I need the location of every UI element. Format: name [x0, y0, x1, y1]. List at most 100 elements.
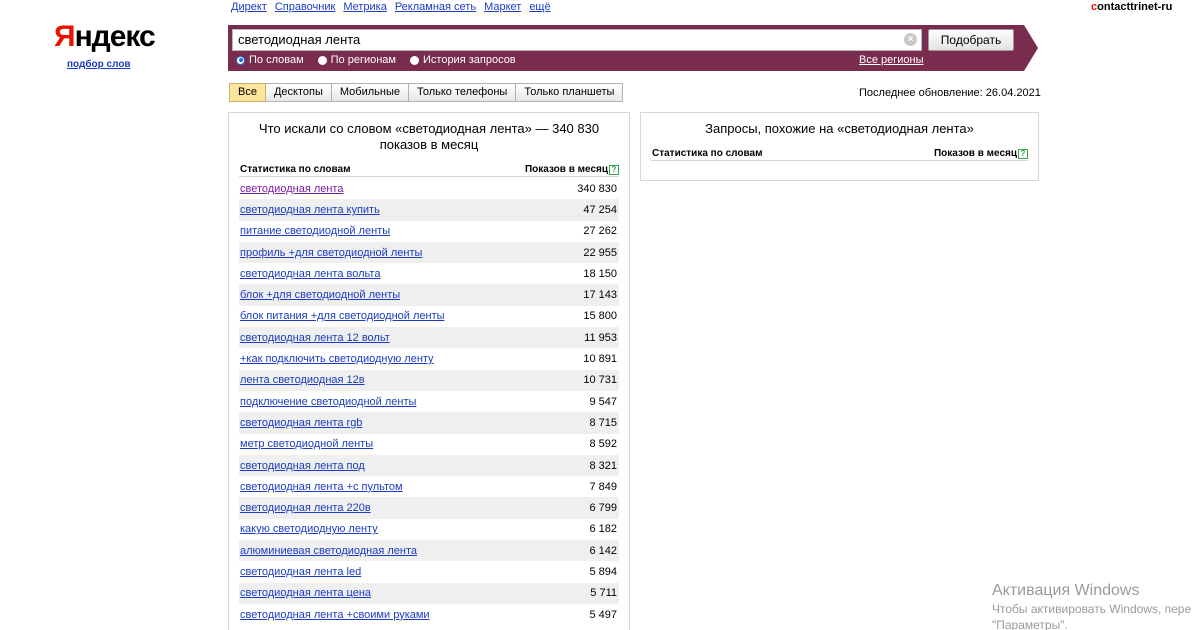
radio-dot-icon — [317, 55, 327, 65]
radio-dot-icon — [410, 55, 419, 65]
tab-all[interactable]: Все — [229, 83, 266, 102]
table-header: Статистика по словам Показов в месяц? — [239, 163, 619, 177]
col-count-header: Показов в месяц? — [934, 148, 1028, 159]
table-row: профиль +для светодиодной ленты 22 955 — [239, 241, 619, 264]
similar-queries-panel: Запросы, похожие на «светодиодная лента»… — [640, 112, 1039, 181]
table-row: блок питания +для светодиодной ленты 15 8… — [239, 306, 619, 327]
table-row: блок +для светодиодной ленты 17 143 — [239, 284, 619, 306]
impressions-count: 6 799 — [589, 502, 617, 515]
top-nav: Директ Справочник Метрика Рекламная сеть… — [231, 0, 559, 14]
impressions-count: 9 547 — [589, 395, 617, 408]
impressions-count: 340 830 — [577, 182, 617, 195]
col-count-header: Показов в месяц? — [525, 164, 619, 175]
nav-more-link[interactable]: ещё — [529, 0, 550, 14]
query-link[interactable]: светодиодная лента 220в — [240, 502, 371, 514]
impressions-count: 22 955 — [583, 246, 617, 259]
mode-by-words-label: По словам — [249, 54, 304, 66]
radio-dot-icon — [236, 55, 245, 65]
mode-history-radio[interactable]: История запросов — [410, 54, 516, 66]
query-link[interactable]: светодиодная лента купить — [240, 204, 380, 216]
table-row: светодиодная лента rgb 8 715 — [239, 412, 619, 434]
table-row: светодиодная лента 340 830 — [239, 178, 619, 199]
panel-title: Что искали со словом «светодиодная лента… — [258, 121, 600, 152]
mode-by-words-radio[interactable]: По словам — [236, 54, 304, 66]
query-link[interactable]: светодиодная лента +своими руками — [240, 609, 430, 621]
watermark-text: Чтобы активировать Windows, пере — [992, 602, 1192, 616]
query-link[interactable]: +как подключить светодиодную ленту — [240, 353, 434, 365]
user-name[interactable]: contacttrinet-ru — [1091, 1, 1172, 13]
table-row: светодиодная лента купить 47 254 — [239, 199, 619, 221]
all-regions-link[interactable]: Все регионы — [859, 54, 924, 66]
impressions-count: 8 715 — [589, 416, 617, 429]
device-tabs: Все Десктопы Мобильные Только телефоны Т… — [229, 83, 624, 102]
mode-history-label: История запросов — [423, 54, 516, 66]
query-link[interactable]: светодиодная лента +с пультом — [240, 481, 403, 493]
help-icon[interactable]: ? — [1018, 148, 1028, 159]
wordstat-link[interactable]: подбор слов — [67, 59, 131, 70]
col-count-label: Показов в месяц — [933, 148, 1017, 159]
table-row: светодиодная лента +с пультом 7 849 — [239, 476, 619, 497]
mode-by-regions-label: По регионам — [330, 54, 396, 66]
word-stats-table: светодиодная лента 340 830 светодиодная ле… — [239, 178, 619, 625]
search-bar-arrow — [1024, 25, 1038, 71]
help-icon[interactable]: ? — [609, 164, 619, 175]
search-button[interactable]: Подобрать — [928, 29, 1014, 51]
table-row: светодиодная лента вольта 18 150 — [239, 263, 619, 284]
yandex-logo[interactable]: Яндекс — [54, 20, 156, 54]
table-row: питание светодиодной ленты 27 262 — [239, 221, 619, 242]
query-link[interactable]: какую светодиодную ленту — [240, 523, 378, 535]
query-link[interactable]: светодиодная лента под — [240, 460, 365, 472]
query-link[interactable]: лента светодиодная 12в — [240, 374, 365, 386]
impressions-count: 17 143 — [583, 289, 617, 302]
clear-icon[interactable]: × — [904, 33, 917, 46]
impressions-count: 8 321 — [589, 459, 617, 472]
impressions-count: 27 262 — [583, 225, 617, 238]
table-row: подключение светодиодной ленты 9 547 — [239, 391, 619, 412]
impressions-count: 10 731 — [583, 374, 617, 387]
nav-help-link[interactable]: Справочник — [275, 0, 336, 14]
query-link[interactable]: светодиодная лента 12 вольт — [240, 332, 390, 344]
query-link[interactable]: метр светодиодной ленты — [240, 438, 373, 450]
logo-first-letter: Я — [54, 20, 76, 53]
query-link[interactable]: светодиодная лента led — [240, 566, 361, 578]
word-stats-panel: Что искали со словом «светодиодная лента… — [228, 112, 630, 630]
search-bar: светодиодная лента × Подобрать По словам… — [228, 25, 1024, 71]
query-link[interactable]: светодиодная лента rgb — [240, 417, 362, 429]
nav-direct-link[interactable]: Директ — [231, 0, 267, 14]
table-row: светодиодная лента +своими руками 5 497 — [239, 604, 619, 625]
mode-by-regions-radio[interactable]: По регионам — [317, 54, 396, 66]
query-link[interactable]: светодиодная лента цена — [240, 587, 371, 599]
nav-market-link[interactable]: Маркет — [484, 0, 521, 14]
query-link[interactable]: светодиодная лента вольта — [240, 268, 380, 280]
table-row: алюминиевая светодиодная лента 6 142 — [239, 540, 619, 562]
table-row: +как подключить светодиодную ленту 10 891 — [239, 348, 619, 369]
query-link[interactable]: блок +для светодиодной ленты — [240, 289, 400, 301]
impressions-count: 18 150 — [583, 267, 617, 280]
tab-mobile[interactable]: Мобильные — [331, 83, 409, 102]
impressions-count: 5 894 — [589, 565, 617, 578]
search-mode-group: По словам По регионам История запросов — [236, 54, 530, 66]
table-row: светодиодная лента 220в 6 799 — [239, 497, 619, 519]
tab-desktops[interactable]: Десктопы — [265, 83, 332, 102]
watermark-text-2: "Параметры". — [992, 618, 1068, 630]
last-updated: Последнее обновление: 26.04.2021 — [859, 87, 1041, 99]
table-row: метр светодиодной ленты 8 592 — [239, 434, 619, 455]
tab-tablets-only[interactable]: Только планшеты — [516, 83, 624, 102]
user-name-rest: ontacttrinet-ru — [1097, 1, 1173, 13]
tab-phones-only[interactable]: Только телефоны — [408, 83, 517, 102]
query-link[interactable]: блок питания +для светодиодной ленты — [240, 310, 445, 322]
query-link[interactable]: светодиодная лента — [240, 183, 343, 195]
impressions-count: 15 800 — [583, 310, 617, 323]
table-row: светодиодная лента цена 5 711 — [239, 582, 619, 604]
nav-metrika-link[interactable]: Метрика — [343, 0, 387, 14]
query-link[interactable]: подключение светодиодной ленты — [240, 396, 416, 408]
query-link[interactable]: питание светодиодной ленты — [240, 225, 390, 237]
query-link[interactable]: алюминиевая светодиодная лента — [240, 545, 417, 557]
table-row: какую светодиодную ленту 6 182 — [239, 519, 619, 540]
col-words-header: Статистика по словам — [652, 148, 763, 159]
table-row: светодиодная лента led 5 894 — [239, 561, 619, 582]
nav-adnetwork-link[interactable]: Рекламная сеть — [395, 0, 476, 14]
impressions-count: 8 592 — [589, 438, 617, 451]
search-input[interactable]: светодиодная лента — [232, 29, 922, 51]
query-link[interactable]: профиль +для светодиодной ленты — [240, 247, 422, 259]
